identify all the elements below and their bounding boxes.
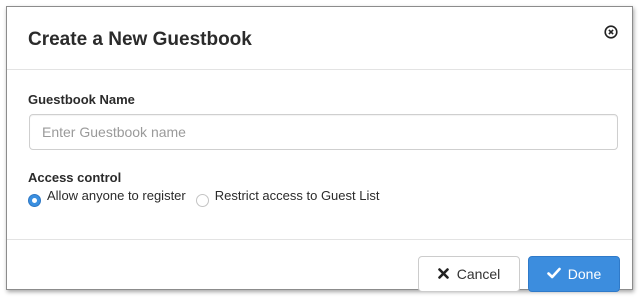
dialog-title: Create a New Guestbook bbox=[28, 29, 252, 50]
check-icon bbox=[546, 266, 561, 282]
radio-restrict-access-label[interactable]: Restrict access to Guest List bbox=[215, 188, 380, 203]
create-guestbook-dialog: Create a New Guestbook Guestbook Name Ac… bbox=[6, 6, 633, 292]
dialog-body: Guestbook Name Access control Allow anyo… bbox=[7, 70, 632, 240]
x-icon bbox=[437, 266, 449, 282]
radio-allow-anyone[interactable] bbox=[28, 194, 41, 207]
cancel-button-label: Cancel bbox=[456, 266, 501, 282]
dialog-header: Create a New Guestbook bbox=[7, 7, 632, 70]
cancel-button[interactable]: Cancel bbox=[418, 256, 520, 292]
done-button[interactable]: Done bbox=[528, 256, 620, 292]
access-control-label: Access control bbox=[28, 170, 122, 185]
guestbook-name-input[interactable] bbox=[29, 114, 618, 150]
close-icon[interactable] bbox=[604, 25, 618, 39]
access-control-options: Allow anyone to register Restrict access… bbox=[28, 188, 380, 207]
done-button-label: Done bbox=[567, 266, 602, 282]
guestbook-name-label: Guestbook Name bbox=[28, 92, 135, 107]
dialog-footer: Cancel Done bbox=[7, 240, 632, 292]
radio-restrict-access[interactable] bbox=[195, 194, 209, 207]
radio-allow-anyone-label[interactable]: Allow anyone to register bbox=[47, 188, 186, 203]
